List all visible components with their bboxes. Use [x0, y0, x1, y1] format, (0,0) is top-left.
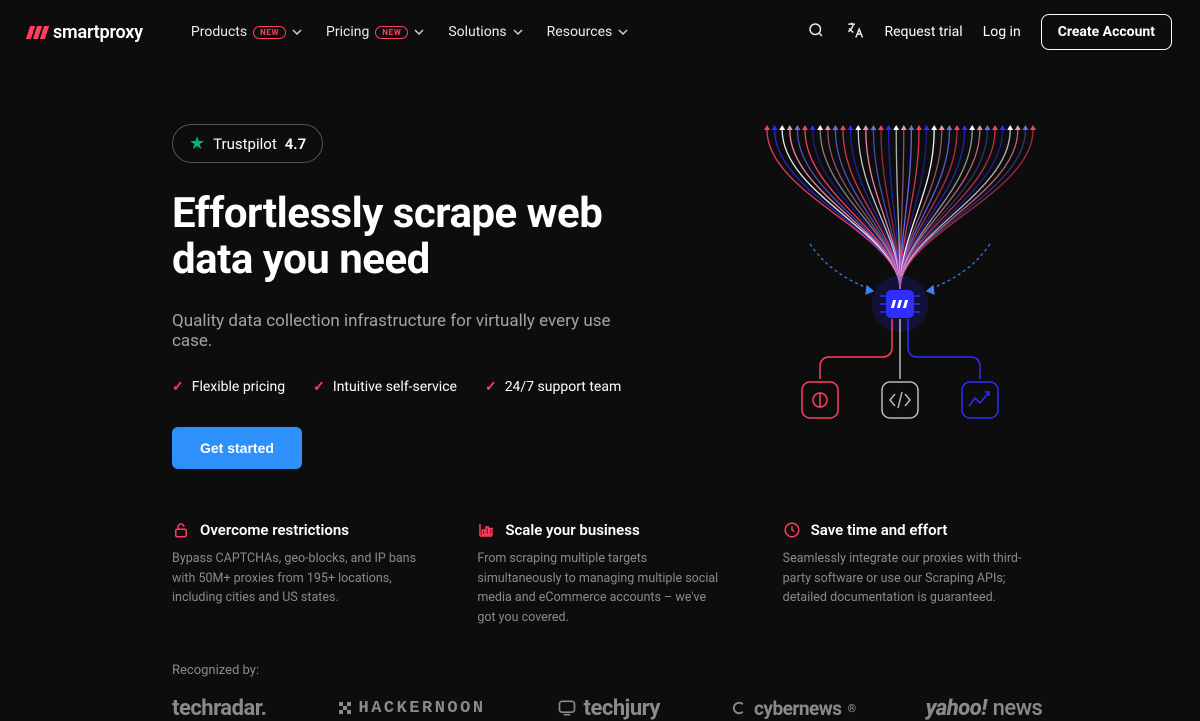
feature-card: Overcome restrictions Bypass CAPTCHAs, g… — [172, 521, 417, 627]
features-section: Overcome restrictions Bypass CAPTCHAs, g… — [0, 469, 1200, 627]
feature-card: Scale your business From scraping multip… — [477, 521, 722, 627]
chart-icon — [477, 521, 495, 539]
chevron-down-icon — [292, 29, 302, 35]
primary-nav: Products NEW Pricing NEW Solutions Resou… — [191, 24, 628, 40]
strands-icon — [767, 130, 1033, 289]
hero-section: ★ Trustpilot 4.7 Effortlessly scrape web… — [0, 64, 1200, 469]
hero-headline: Effortlessly scrape web data you need — [172, 191, 650, 283]
trustpilot-score: 4.7 — [285, 135, 306, 153]
output-boxes-icon — [802, 382, 998, 418]
output-lines-icon — [820, 319, 980, 379]
triangles-icon — [764, 125, 1036, 130]
press-logo-cybernews: cybernews® — [730, 697, 856, 720]
get-started-button[interactable]: Get started — [172, 427, 302, 469]
check-item: ✓Flexible pricing — [172, 379, 285, 395]
lock-icon — [172, 521, 190, 539]
chevron-down-icon — [513, 29, 523, 35]
feature-card: Save time and effort Seamlessly integrat… — [783, 521, 1028, 627]
nav-item-products[interactable]: Products NEW — [191, 24, 302, 40]
trustpilot-badge[interactable]: ★ Trustpilot 4.7 — [172, 124, 323, 163]
brand-name: smartproxy — [53, 22, 143, 43]
logo-bars-icon — [28, 26, 47, 39]
request-trial-link[interactable]: Request trial — [885, 24, 963, 40]
hero-checks: ✓Flexible pricing ✓Intuitive self-servic… — [172, 379, 650, 395]
press-logo-hackernoon: HACKERNOON — [337, 699, 486, 718]
hero-illustration — [690, 124, 1110, 469]
press-logo-yahoo: yahoo!news — [926, 696, 1043, 721]
hero-subtitle: Quality data collection infrastructure f… — [172, 311, 650, 351]
check-icon: ✓ — [485, 379, 497, 395]
press-logo-techjury: techjury — [556, 696, 660, 721]
login-link[interactable]: Log in — [983, 24, 1021, 40]
search-icon[interactable] — [807, 21, 825, 43]
check-icon: ✓ — [313, 379, 325, 395]
language-icon[interactable] — [845, 20, 865, 44]
feature-desc: Seamlessly integrate our proxies with th… — [783, 549, 1028, 607]
new-badge: NEW — [375, 26, 408, 39]
press-logos: techradar. HACKERNOON techjury cybernews… — [172, 696, 1028, 721]
check-item: ✓24/7 support team — [485, 379, 621, 395]
recognized-label: Recognized by: — [172, 663, 1028, 678]
nav-item-pricing[interactable]: Pricing NEW — [326, 24, 424, 40]
check-item: ✓Intuitive self-service — [313, 379, 457, 395]
recognized-section: Recognized by: techradar. HACKERNOON tec… — [0, 627, 1200, 721]
trustpilot-label: Trustpilot — [213, 135, 277, 153]
chevron-down-icon — [414, 29, 424, 35]
press-logo-techradar: techradar. — [172, 696, 267, 721]
nav-item-solutions[interactable]: Solutions — [448, 24, 522, 40]
brand-logo[interactable]: smartproxy — [28, 22, 143, 43]
chevron-down-icon — [618, 29, 628, 35]
header: smartproxy Products NEW Pricing NEW Solu… — [0, 0, 1200, 64]
new-badge: NEW — [253, 26, 286, 39]
feature-desc: Bypass CAPTCHAs, geo-blocks, and IP bans… — [172, 549, 417, 607]
nav-item-resources[interactable]: Resources — [547, 24, 629, 40]
header-actions: Request trial Log in Create Account — [807, 14, 1173, 50]
create-account-button[interactable]: Create Account — [1041, 14, 1172, 50]
hero-copy: ★ Trustpilot 4.7 Effortlessly scrape web… — [172, 124, 650, 469]
feature-desc: From scraping multiple targets simultane… — [477, 549, 722, 627]
star-icon: ★ — [189, 133, 205, 154]
check-icon: ✓ — [172, 379, 184, 395]
clock-icon — [783, 521, 801, 539]
